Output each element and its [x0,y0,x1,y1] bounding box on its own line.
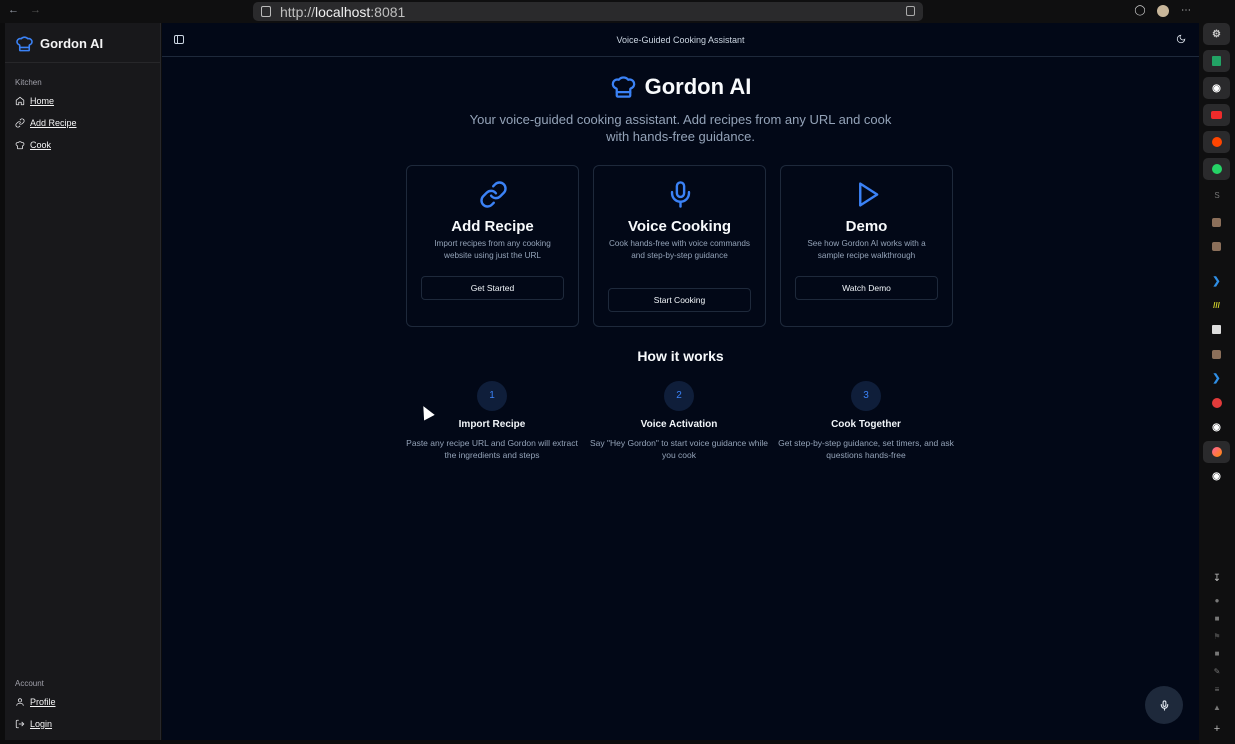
main-header: Voice-Guided Cooking Assistant [162,23,1199,57]
sidebar-item-label: Add Recipe [30,118,77,128]
step-description: Get step-by-step guidance, set timers, a… [778,438,954,460]
card-title: Demo [845,218,888,235]
github-icon[interactable]: ◉ [1203,77,1230,99]
microphone-icon [670,181,691,208]
page-title: Gordon AI [610,73,752,100]
sidebar-item-label: Cook [30,140,52,150]
square-icon[interactable]: ■ [1199,614,1235,623]
address-bar[interactable]: http://localhost:8081 [253,2,923,21]
back-arrow-icon[interactable]: ← [8,4,19,16]
url-text: http://localhost:8081 [280,3,406,20]
app-icon[interactable] [1203,211,1230,233]
voice-mic-button[interactable] [1145,686,1183,724]
p-icon[interactable] [1203,392,1230,414]
divider [5,62,161,63]
browser-side-panel: ⚙ ◉ S ❯ /// ❯ ◉ ◉ ↧ ● ■ ⚑ ■ ✎ ≡ ▲ + [1199,23,1235,744]
hero: Gordon AI Your voice-guided cooking assi… [162,73,1199,145]
profile-avatar-icon[interactable] [1157,5,1169,17]
sidebar-item-login[interactable]: Login [15,719,52,729]
link-icon [15,118,25,128]
play-icon [859,182,879,207]
card-description: Import recipes from any cooking website … [434,239,551,260]
z-icon[interactable] [1203,318,1230,340]
chef-hat-icon [16,36,33,52]
sidebar-item-cook[interactable]: Cook [15,140,51,150]
firefox-icon[interactable] [1203,441,1230,463]
card-description: See how Gordon AI works with a sample re… [807,239,926,260]
reddit-icon[interactable] [1203,131,1230,153]
flag-icon[interactable]: ⚑ [1199,632,1235,641]
home-icon [15,96,25,106]
hero-subtitle: Your voice-guided cooking assistant. Add… [469,112,892,144]
step-description: Say "Hey Gordon" to start voice guidance… [589,438,768,460]
step-title: Cook Together [831,419,901,430]
sidebar-item-add-recipe[interactable]: Add Recipe [15,118,77,128]
sidebar-item-home[interactable]: Home [15,96,54,106]
card-title: Voice Cooking [627,218,732,235]
hero-title-text: Gordon AI [644,73,752,99]
moon-icon[interactable] [1176,34,1186,44]
step-description: Paste any recipe URL and Gordon will ext… [406,438,578,460]
whatsapp-icon[interactable] [1203,158,1230,180]
browser-toolbar: ← → http://localhost:8081 ◯ ⋯ [0,0,1235,23]
reader-mode-icon[interactable] [906,6,915,16]
sidebar-item-label: Home [30,96,55,106]
watch-demo-button[interactable]: Watch Demo [795,276,938,300]
account-group-label: Account [15,679,44,688]
brand[interactable]: Gordon AI [15,34,103,53]
step-number: 3 [851,381,881,411]
link-icon [480,181,507,208]
vscode-icon[interactable]: ❯ [1203,367,1230,389]
sidebar-item-label: Login [30,719,53,729]
pen-icon[interactable]: ✎ [1199,667,1235,676]
sheets-icon[interactable] [1203,50,1230,72]
page-icon [261,6,271,17]
github-icon[interactable]: ◉ [1203,416,1230,438]
download-icon[interactable]: ↧ [1199,573,1235,584]
card-title: Add Recipe [451,218,534,235]
chef-hat-icon [15,141,25,150]
start-cooking-button[interactable]: Start Cooking [608,288,751,312]
login-icon [15,719,25,729]
sidebar: Gordon AI Kitchen Home Add Recipe Cook A… [5,23,161,740]
microphone-icon [1160,699,1168,711]
settings-icon[interactable]: ⚙ [1203,23,1230,45]
vscode-icon[interactable]: ❯ [1203,270,1230,292]
youtube-icon[interactable] [1203,104,1230,126]
step-title: Voice Activation [640,419,718,430]
rail-letter-s[interactable]: S [1199,191,1235,200]
app-icon[interactable] [1203,343,1230,365]
kitchen-group-label: Kitchen [15,78,42,87]
more-menu-icon[interactable]: ⋯ [1180,5,1192,17]
user-icon [16,698,24,706]
dot-icon[interactable]: ● [1199,596,1235,605]
card-demo: Demo See how Gordon AI works with a samp… [780,165,953,327]
step-title: Import Recipe [458,419,526,430]
app-icon[interactable] [1203,235,1230,257]
lines-icon[interactable]: ≡ [1199,685,1235,694]
get-started-button[interactable]: Get Started [421,276,564,300]
card-add-recipe: Add Recipe Import recipes from any cooki… [406,165,579,327]
extension-icon[interactable]: ◯ [1134,5,1146,17]
brand-name: Gordon AI [40,36,104,51]
step-number: 1 [477,381,507,411]
sidebar-item-label: Profile [30,697,56,707]
how-it-works-title: How it works [637,348,724,364]
step-number: 2 [664,381,694,411]
square-icon[interactable]: ■ [1199,649,1235,658]
bell-icon[interactable]: ▲ [1199,703,1235,712]
card-description: Cook hands-free with voice commands and … [608,239,751,260]
main-content: Voice-Guided Cooking Assistant Gordon AI… [162,23,1199,740]
forward-arrow-icon[interactable]: → [30,4,41,16]
chef-hat-icon [611,76,635,98]
card-voice-cooking: Voice Cooking Cook hands-free with voice… [593,165,766,327]
plus-icon[interactable]: + [1199,723,1235,735]
github-icon[interactable]: ◉ [1203,465,1230,487]
tailwind-icon[interactable]: /// [1203,294,1230,316]
sidebar-item-profile[interactable]: Profile [15,697,56,707]
header-title: Voice-Guided Cooking Assistant [616,35,745,45]
